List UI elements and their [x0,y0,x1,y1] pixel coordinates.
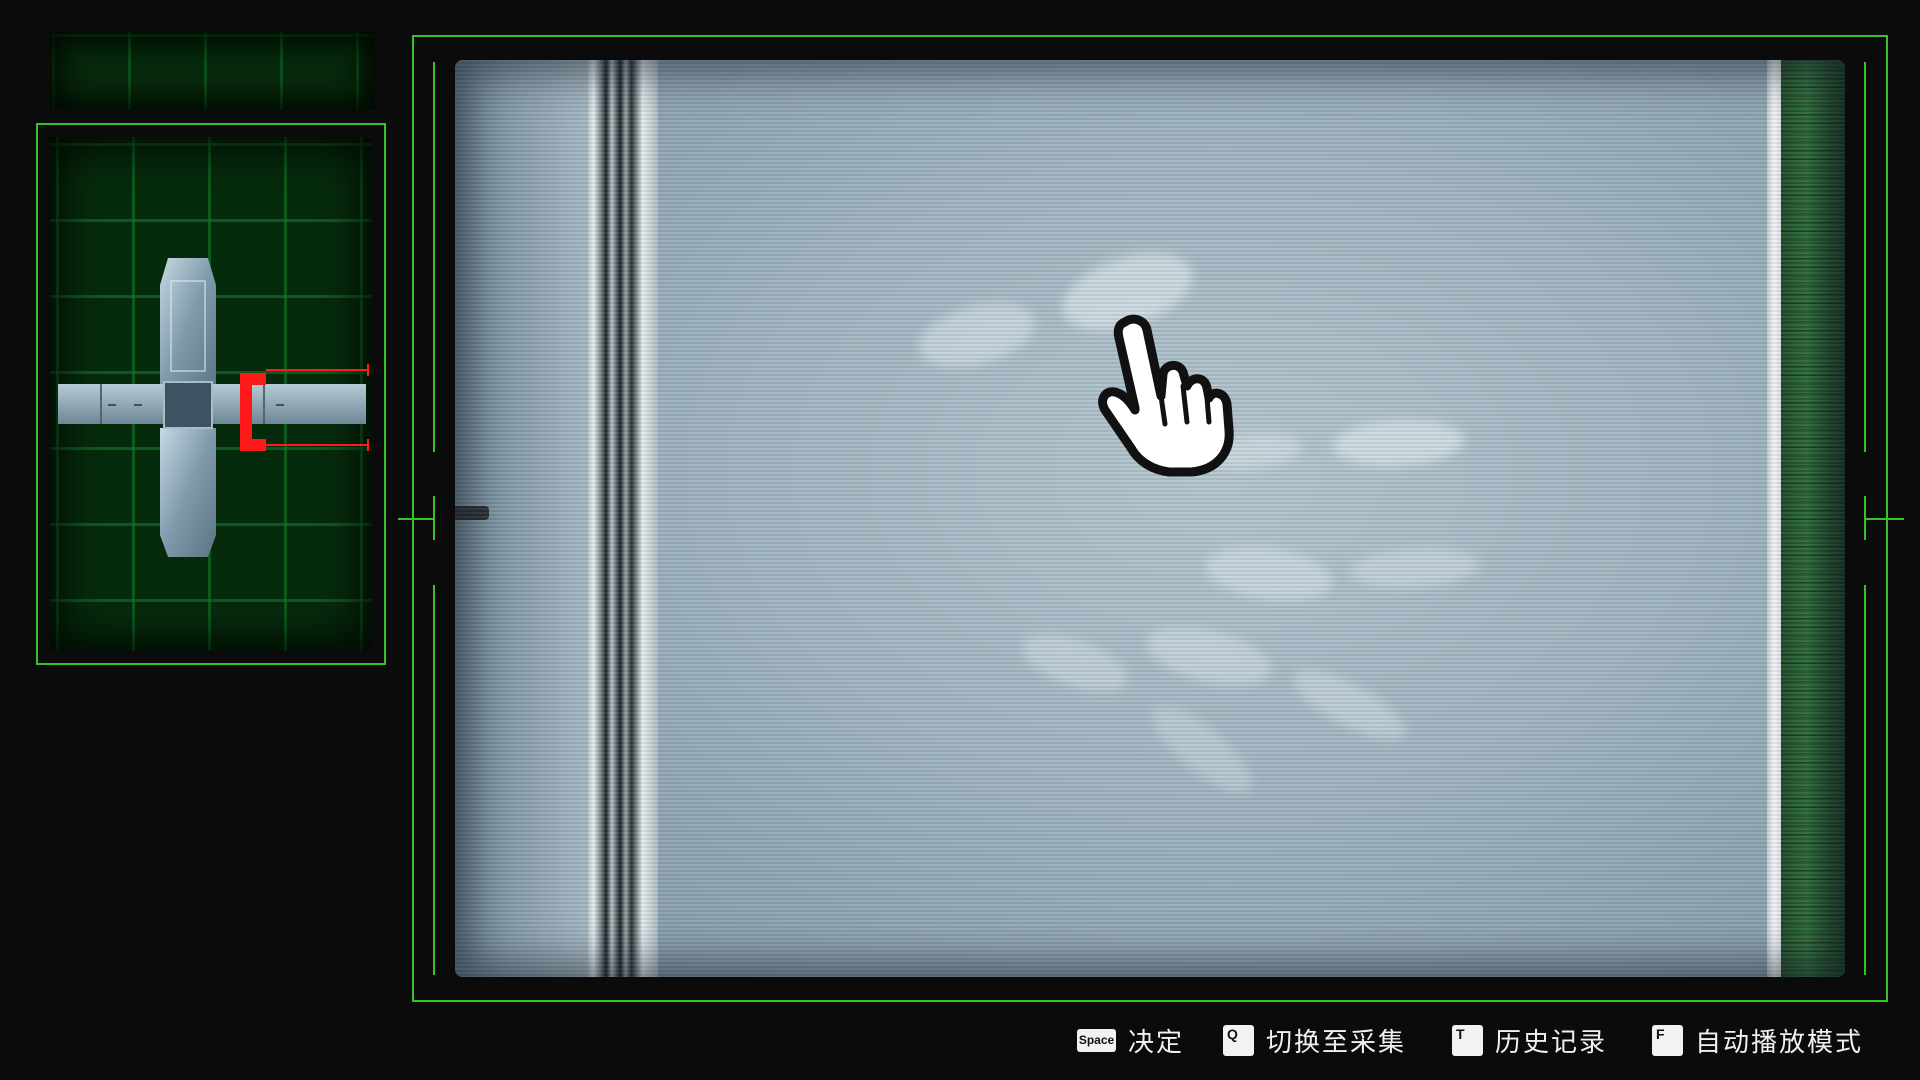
hint-history-label: 历史记录 [1495,1027,1608,1058]
camera-feed[interactable] [455,60,1845,977]
hint-confirm-label: 决定 [1128,1027,1185,1058]
hint-auto-play-label: 自动播放模式 [1695,1027,1864,1058]
minimap-layout [58,258,369,557]
map-room-north[interactable] [160,258,216,393]
minimap-panel[interactable] [36,123,386,665]
hint-confirm[interactable]: Space 决定 [1077,1018,1184,1062]
space-key-icon: Space [1077,1028,1116,1052]
frame-crosshair-right-h [1864,518,1904,520]
hint-auto-play[interactable]: F 自动播放模式 [1652,1018,1863,1062]
minimap-upper-section [50,32,375,110]
t-key-icon: T [1452,1024,1483,1056]
feed-green-wall [1781,60,1845,977]
control-hints-bar: Space 决定 Q 切换至采集 T 历史记录 F 自动播放模式 [0,1018,1920,1062]
hint-switch-collect-label: 切换至采集 [1266,1027,1407,1058]
pointing-hand-icon [1098,314,1234,477]
frame-tick-right-bottom [1864,585,1866,975]
map-room-south[interactable] [160,428,216,557]
map-room-center[interactable] [163,381,213,429]
frame-tick-right-top [1864,62,1866,452]
hint-switch-collect[interactable]: Q 切换至采集 [1223,1018,1406,1062]
feed-door-edge [1767,60,1781,977]
hint-history[interactable]: T 历史记录 [1452,1018,1607,1062]
feed-door-handle [455,506,489,520]
feed-pillar [588,60,658,977]
game-screen: Space 决定 Q 切换至采集 T 历史记录 F 自动播放模式 [0,0,1920,1080]
f-key-icon: F [1652,1024,1683,1056]
q-key-icon: Q [1223,1024,1254,1056]
frame-tick-left-top [433,62,435,452]
frame-crosshair-left-v [433,496,435,540]
frame-crosshair-right-v [1864,496,1866,540]
frame-tick-left-bottom [433,585,435,975]
frame-crosshair-left-h [398,518,434,520]
